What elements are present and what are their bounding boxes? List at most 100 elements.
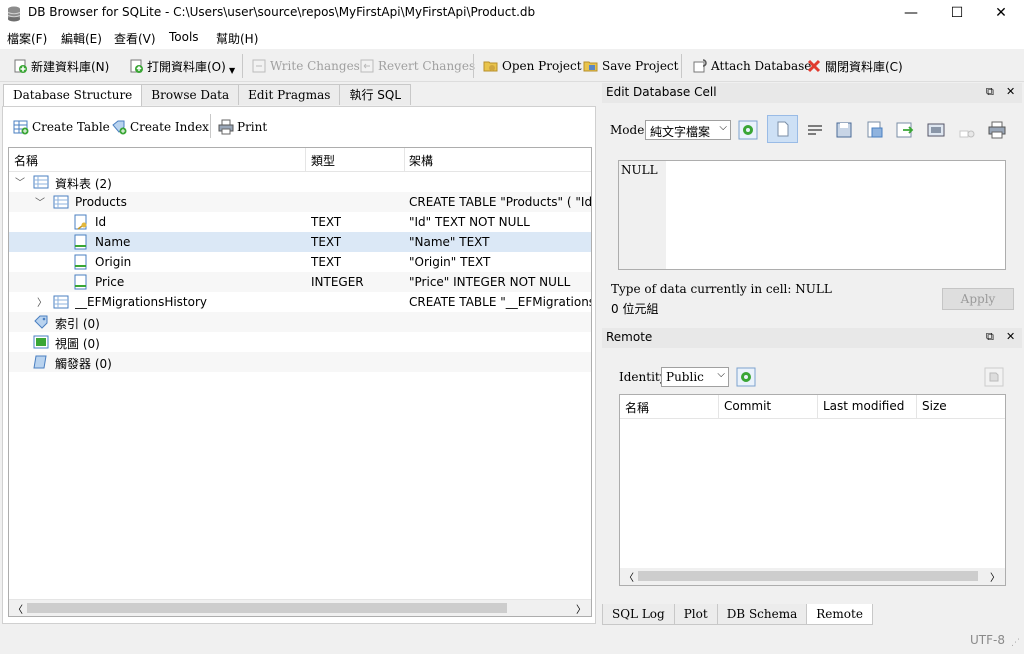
cell-size-info: 0 位元組 <box>611 302 659 316</box>
open-project-button[interactable]: Open Project <box>483 56 582 76</box>
word-wrap-icon[interactable] <box>805 121 825 141</box>
expanded-chevron-icon[interactable]: ﹀ <box>35 194 45 209</box>
schema-tree[interactable]: 名稱 類型 架構 ﹀ 資料表 (2) ﹀ Products CREATE TAB… <box>8 147 592 617</box>
menu-help[interactable]: 幫助(H) <box>216 30 258 47</box>
column-header-last-modified[interactable]: Last modified <box>823 399 904 413</box>
tree-row-tables[interactable]: ﹀ 資料表 (2) <box>9 172 591 192</box>
chevron-down-icon: ⌵ <box>719 122 727 133</box>
tree-item-label: 索引 (0) <box>55 317 100 331</box>
create-table-button[interactable]: Create Table <box>13 117 110 137</box>
save-project-button[interactable]: Save Project <box>583 56 678 76</box>
print-cell-icon[interactable] <box>987 120 1007 140</box>
save-project-label: Save Project <box>602 59 679 73</box>
revert-changes-button[interactable]: Revert Changes <box>359 56 475 76</box>
tab-sql-log[interactable]: SQL Log <box>602 604 675 625</box>
tab-execute-sql[interactable]: 執行 SQL <box>339 84 412 105</box>
resize-grip-icon[interactable]: ⋰ <box>1011 638 1020 648</box>
export-icon[interactable] <box>865 120 885 140</box>
close-window-button[interactable]: ✕ <box>978 0 1024 27</box>
close-database-button[interactable]: 關閉資料庫(C) <box>806 56 903 76</box>
menu-edit[interactable]: 編輯(E) <box>61 30 102 47</box>
tree-row-field-id[interactable]: Id TEXT "Id" TEXT NOT NULL <box>9 212 591 232</box>
scrollbar-thumb[interactable] <box>638 571 978 581</box>
document-icon <box>777 121 789 137</box>
column-header-size[interactable]: Size <box>922 399 947 413</box>
tree-row-views[interactable]: 視圖 (0) <box>9 332 591 352</box>
tab-browse-data[interactable]: Browse Data <box>141 84 240 105</box>
tree-item-label: Origin <box>95 255 132 269</box>
apply-button[interactable]: Apply <box>942 288 1014 310</box>
identity-settings-icon[interactable] <box>736 367 756 387</box>
column-header-name[interactable]: 名稱 <box>14 152 38 169</box>
print-button[interactable]: Print <box>218 117 267 137</box>
tree-item-label: 觸發器 (0) <box>55 357 112 371</box>
tree-item-label: Products <box>75 195 127 209</box>
tab-plot[interactable]: Plot <box>673 604 718 625</box>
menu-tools[interactable]: Tools <box>169 30 199 44</box>
edit-cell-dock-title: Edit Database Cell ⧉ ✕ <box>602 83 1022 103</box>
menu-file[interactable]: 檔案(F) <box>7 30 47 47</box>
scroll-right-icon[interactable]: 〉 <box>576 601 586 616</box>
tree-row-field-price[interactable]: Price INTEGER "Price" INTEGER NOT NULL <box>9 272 591 292</box>
toolbar-separator <box>681 54 682 78</box>
horizontal-scrollbar[interactable]: 〈 〉 <box>9 599 591 616</box>
tree-item-label: __EFMigrationsHistory <box>75 295 208 309</box>
remote-file-list[interactable]: 名稱 Commit Last modified Size 〈 〉 <box>619 394 1006 586</box>
collapsed-chevron-icon[interactable]: 〉 <box>37 294 47 309</box>
column-header-type[interactable]: 類型 <box>311 152 335 169</box>
menu-view[interactable]: 查看(V) <box>114 30 156 47</box>
tree-row-efmigrations[interactable]: 〉 __EFMigrationsHistory CREATE TABLE "__… <box>9 292 591 312</box>
tab-database-structure[interactable]: Database Structure <box>3 84 143 106</box>
close-dock-icon[interactable]: ✕ <box>1006 330 1015 343</box>
minimize-button[interactable]: — <box>888 0 934 27</box>
float-dock-icon[interactable]: ⧉ <box>986 330 994 344</box>
tree-item-label: 資料表 (2) <box>55 177 112 191</box>
schema-cell: CREATE TABLE "Products" ( "Id" T <box>409 195 591 209</box>
column-header-name[interactable]: 名稱 <box>625 399 649 416</box>
new-database-button[interactable]: 新建資料庫(N) <box>12 56 109 76</box>
clear-icon[interactable] <box>957 120 977 140</box>
write-changes-button[interactable]: Write Changes <box>251 56 360 76</box>
horizontal-scrollbar[interactable]: 〈 〉 <box>620 568 1005 585</box>
tree-row-triggers[interactable]: 觸發器 (0) <box>9 352 591 372</box>
print-icon <box>218 119 234 135</box>
remote-title: Remote <box>606 330 653 344</box>
tree-row-products[interactable]: ﹀ Products CREATE TABLE "Products" ( "Id… <box>9 192 591 212</box>
create-index-button[interactable]: Create Index <box>111 117 209 137</box>
cell-editor[interactable]: NULL <box>618 160 1006 270</box>
tab-remote[interactable]: Remote <box>806 604 873 625</box>
tree-row-indexes[interactable]: 索引 (0) <box>9 312 591 332</box>
open-database-button[interactable]: 打開資料庫(O) <box>128 56 226 76</box>
mode-select[interactable]: 純文字檔案 ⌵ <box>645 120 731 140</box>
column-header-commit[interactable]: Commit <box>724 399 771 413</box>
tree-row-field-origin[interactable]: Origin TEXT "Origin" TEXT <box>9 252 591 272</box>
scroll-right-icon[interactable]: 〉 <box>990 569 1000 584</box>
tree-row-field-name[interactable]: Name TEXT "Name" TEXT <box>9 232 591 252</box>
import-icon[interactable] <box>835 120 855 140</box>
title-bar: DB Browser for SQLite - C:\Users\user\so… <box>0 0 1024 27</box>
scroll-left-icon[interactable]: 〈 <box>624 569 634 584</box>
float-dock-icon[interactable]: ⧉ <box>986 85 994 99</box>
close-dock-icon[interactable]: ✕ <box>1006 85 1015 98</box>
index-icon <box>34 315 48 329</box>
attach-database-button[interactable]: Attach Database <box>692 56 811 76</box>
open-database-dropdown-icon[interactable]: ▼ <box>229 66 235 75</box>
maximize-button[interactable]: ☐ <box>934 0 980 27</box>
image-icon[interactable] <box>926 120 946 140</box>
text-mode-button[interactable] <box>767 115 798 143</box>
column-header-schema[interactable]: 架構 <box>409 152 433 169</box>
scroll-left-icon[interactable]: 〈 <box>13 601 23 616</box>
tree-header: 名稱 類型 架構 <box>9 148 591 172</box>
scrollbar-thumb[interactable] <box>27 603 507 613</box>
expanded-chevron-icon[interactable]: ﹀ <box>15 174 25 189</box>
table-icon <box>53 295 69 309</box>
auto-format-icon[interactable] <box>738 120 758 140</box>
set-null-icon[interactable] <box>895 120 915 140</box>
edit-cell-title: Edit Database Cell <box>606 85 717 99</box>
tab-edit-pragmas[interactable]: Edit Pragmas <box>238 84 341 105</box>
tab-db-schema[interactable]: DB Schema <box>716 604 808 625</box>
trigger-icon <box>33 355 47 369</box>
push-database-icon[interactable] <box>984 367 1004 387</box>
new-database-label: 新建資料庫(N) <box>31 59 110 74</box>
identity-select[interactable]: Public ⌵ <box>661 367 729 387</box>
